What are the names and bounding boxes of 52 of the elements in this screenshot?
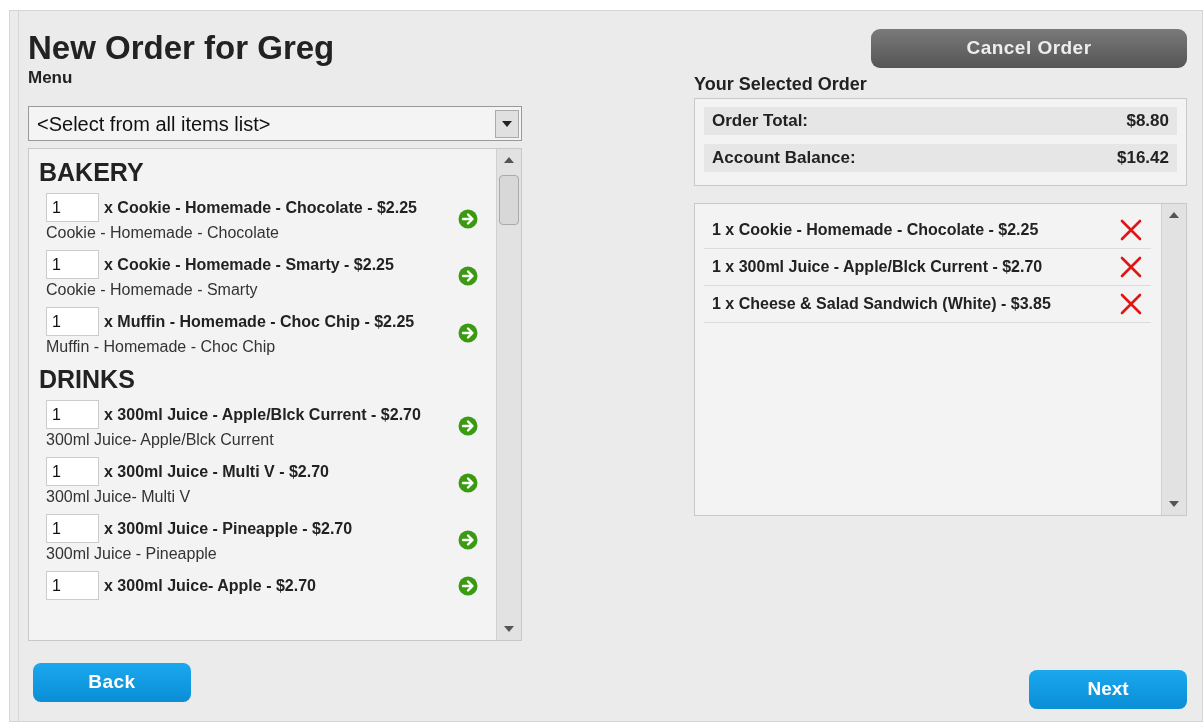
summary-label: Order Total:: [712, 110, 809, 133]
delete-icon[interactable]: [1119, 292, 1143, 316]
delete-icon[interactable]: [1119, 255, 1143, 279]
summary-value: $8.80: [1126, 110, 1169, 133]
order-item: 1 x 300ml Juice - Apple/Blck Current - $2.70: [712, 257, 1043, 277]
arrow-right-icon[interactable]: [458, 265, 478, 286]
item-title: x Cookie - Homemade - Chocolate - $2.25: [104, 197, 417, 218]
scroll-up-icon[interactable]: [1169, 212, 1179, 218]
page-title: New Order for Greg: [28, 29, 336, 67]
item-title: x 300ml Juice - Multi V - $2.70: [104, 461, 329, 482]
item-title: x Muffin - Homemade - Choc Chip - $2.25: [104, 311, 415, 332]
quantity-field[interactable]: 1: [46, 571, 99, 600]
arrow-right-icon[interactable]: [458, 208, 478, 229]
dropdown-caret-icon: [502, 120, 512, 127]
item-description: Cookie - Homemade - Chocolate: [46, 223, 280, 243]
menu-label: Menu: [28, 68, 74, 88]
summary-label: Account Balance:: [712, 147, 856, 170]
item-description: 300ml Juice- Multi V: [46, 487, 192, 507]
item-title: x 300ml Juice- Apple - $2.70: [104, 575, 316, 596]
quantity-field[interactable]: 1: [46, 457, 99, 486]
arrow-right-icon[interactable]: [458, 472, 478, 493]
cancel-order-button[interactable]: Cancel Order: [871, 29, 1187, 68]
order-heading: Your Selected Order: [694, 73, 868, 96]
category-heading: DRINKS: [39, 364, 136, 394]
item-select[interactable]: <Select from all items list>: [28, 106, 522, 141]
quantity-field[interactable]: 1: [46, 514, 99, 543]
category-heading: BAKERY: [39, 157, 145, 187]
item-description: Muffin - Homemade - Choc Chip: [46, 337, 277, 357]
order-item: 1 x Cheese & Salad Sandwich (White) - $3.85: [712, 294, 1051, 314]
item-title: x 300ml Juice - Pineapple - $2.70: [104, 518, 353, 539]
item-description: 300ml Juice- Apple/Blck Current: [46, 430, 275, 450]
order-item: 1 x Cookie - Homemade - Chocolate - $2.25: [712, 220, 1039, 240]
quantity-field[interactable]: 1: [46, 307, 99, 336]
arrow-right-icon[interactable]: [458, 322, 478, 343]
scrollbar[interactable]: [496, 149, 521, 640]
arrow-right-icon[interactable]: [458, 575, 478, 596]
scroll-up-icon[interactable]: [504, 157, 514, 163]
scrollbar[interactable]: [1161, 204, 1186, 515]
quantity-field[interactable]: 1: [46, 250, 99, 279]
item-title: x 300ml Juice - Apple/Blck Current - $2.70: [104, 404, 421, 425]
scroll-down-icon[interactable]: [504, 626, 514, 632]
item-description: 300ml Juice - Pineapple: [46, 544, 218, 564]
delete-icon[interactable]: [1119, 218, 1143, 242]
arrow-right-icon[interactable]: [458, 415, 478, 436]
summary-value: $16.42: [1117, 147, 1169, 170]
item-description: Cookie - Homemade - Smarty: [46, 280, 259, 300]
scroll-thumb[interactable]: [499, 175, 519, 225]
quantity-field[interactable]: 1: [46, 400, 99, 429]
arrow-right-icon[interactable]: [458, 529, 478, 550]
scroll-down-icon[interactable]: [1169, 501, 1179, 507]
quantity-field[interactable]: 1: [46, 193, 99, 222]
item-title: x Cookie - Homemade - Smarty - $2.25: [104, 254, 394, 275]
